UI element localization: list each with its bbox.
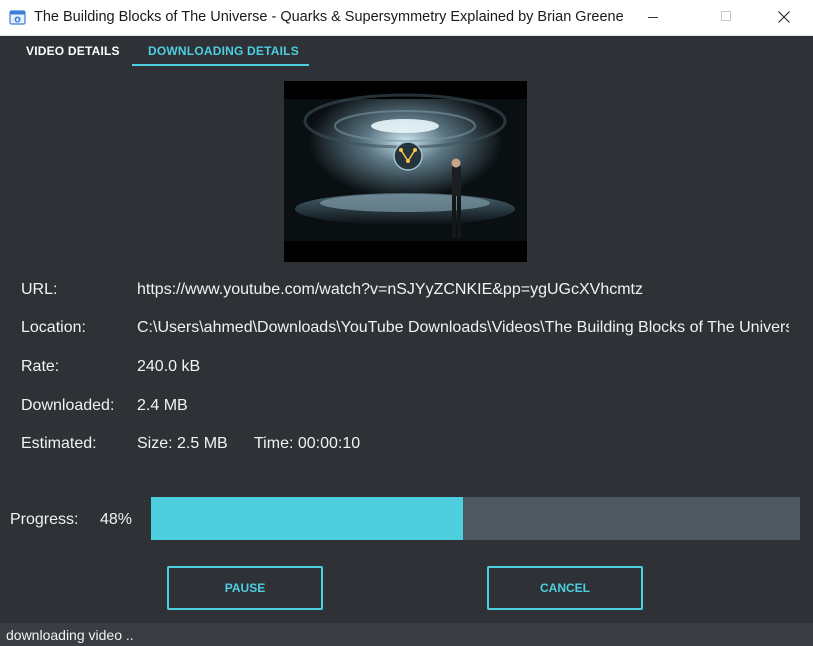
pause-button[interactable]: PAUSE	[167, 566, 323, 610]
downloaded-label: Downloaded:	[21, 397, 115, 414]
tab-bar: VIDEO DETAILS DOWNLOADING DETAILS	[0, 36, 813, 66]
cancel-button[interactable]: CANCEL	[487, 566, 643, 610]
rate-label: Rate:	[21, 358, 60, 375]
close-button[interactable]	[761, 0, 807, 35]
app-icon	[9, 10, 26, 25]
progress-fill	[151, 497, 463, 540]
progress-bar	[151, 497, 800, 540]
close-icon	[778, 11, 790, 23]
progress-label: Progress:	[10, 511, 79, 528]
url-label: URL:	[21, 281, 58, 298]
downloaded-value: 2.4 MB	[137, 397, 188, 414]
status-bar: downloading video ..	[0, 623, 813, 646]
location-label: Location:	[21, 319, 86, 336]
tab-downloading-details[interactable]: DOWNLOADING DETAILS	[148, 44, 299, 58]
active-tab-indicator	[132, 64, 309, 66]
video-thumbnail	[284, 81, 527, 262]
status-text: downloading video ..	[6, 627, 134, 643]
tab-video-details[interactable]: VIDEO DETAILS	[26, 44, 120, 58]
progress-percent: 48%	[100, 511, 133, 528]
title-bar: The Building Blocks of The Universe - Qu…	[0, 0, 813, 36]
estimated-time: Time: 00:00:10	[254, 435, 361, 452]
thumbnail-image	[284, 81, 527, 262]
maximize-button[interactable]	[703, 0, 749, 35]
url-value: https://www.youtube.com/watch?v=nSJYyZCN…	[137, 281, 643, 298]
minimize-button[interactable]	[630, 0, 676, 35]
estimated-label: Estimated:	[21, 435, 97, 452]
rate-value: 240.0 kB	[137, 358, 201, 375]
window-title: The Building Blocks of The Universe - Qu…	[34, 9, 624, 25]
location-value: C:\Users\ahmed\Downloads\YouTube Downloa…	[137, 319, 789, 336]
estimated-size: Size: 2.5 MB	[137, 435, 228, 452]
